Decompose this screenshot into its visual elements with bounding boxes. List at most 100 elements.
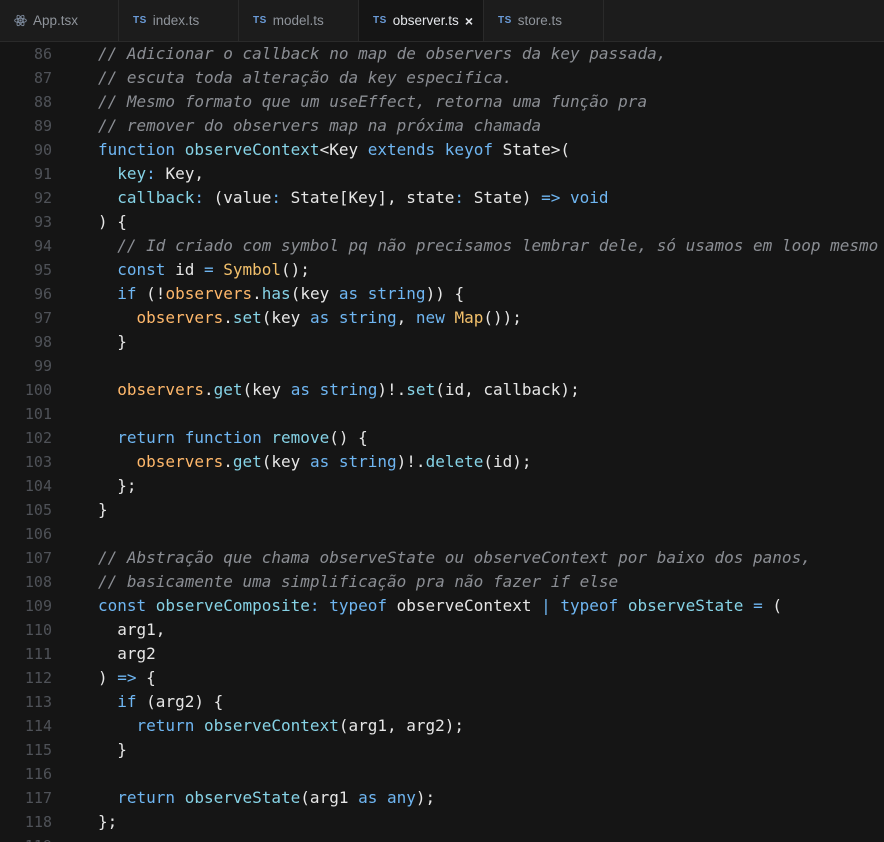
code-text: // Mesmo formato que um useEffect, retor… <box>98 90 647 114</box>
line-number: 103 <box>24 453 52 471</box>
code-text: return observeState(arg1 as any); <box>98 786 435 810</box>
line-number: 114 <box>24 717 52 735</box>
code-token: (key <box>261 308 310 327</box>
code-token: = <box>753 596 773 615</box>
line-number: 90 <box>33 141 52 159</box>
line-number: 109 <box>24 597 52 615</box>
line-number: 110 <box>24 621 52 639</box>
code-token: typeof <box>560 596 628 615</box>
line-number: 89 <box>33 117 52 135</box>
code-token: observeState <box>627 596 754 615</box>
code-line[interactable]: 98 } <box>0 330 884 354</box>
code-line[interactable]: 118}; <box>0 810 884 834</box>
line-number: 107 <box>24 549 52 567</box>
code-line[interactable]: 106 <box>0 522 884 546</box>
code-line[interactable]: 94 // Id criado com symbol pq não precis… <box>0 234 884 258</box>
tab-app-tsx[interactable]: App.tsx <box>0 0 119 41</box>
code-line[interactable]: 105} <box>0 498 884 522</box>
code-token: } <box>98 740 127 759</box>
code-line[interactable]: 112) => { <box>0 666 884 690</box>
tab-label: store.ts <box>517 13 563 28</box>
code-line[interactable]: 101 <box>0 402 884 426</box>
close-icon[interactable]: × <box>465 13 473 29</box>
code-line[interactable]: 119 <box>0 834 884 842</box>
tab-index-ts[interactable]: TS index.ts <box>119 0 239 41</box>
code-token: as <box>290 380 320 399</box>
code-line[interactable]: 103 observers.get(key as string)!.delete… <box>0 450 884 474</box>
code-token: )) { <box>425 284 465 303</box>
code-token: remove <box>271 428 330 447</box>
code-line[interactable]: 117 return observeState(arg1 as any); <box>0 786 884 810</box>
line-number: 87 <box>33 69 52 87</box>
code-line[interactable]: 86 // Adicionar o callback no map de obse… <box>0 42 884 66</box>
code-text: if (!observers.has(key as string)) { <box>98 282 464 306</box>
code-token: . <box>252 284 262 303</box>
code-line[interactable]: 88 // Mesmo formato que um useEffect, ret… <box>0 90 884 114</box>
code-text: key: Key, <box>98 162 204 186</box>
code-line[interactable]: 104 }; <box>0 474 884 498</box>
line-number: 105 <box>24 501 52 519</box>
code-editor[interactable]: 86 // Adicionar o callback no map de obse… <box>0 41 884 842</box>
code-line[interactable]: 108 // basicamente uma simplificação pra … <box>0 570 884 594</box>
code-token: observers <box>165 284 253 303</box>
code-line[interactable]: 99 <box>0 354 884 378</box>
code-line[interactable]: 102 return function remove() { <box>0 426 884 450</box>
line-number: 96 <box>33 285 52 303</box>
code-line[interactable]: 92 callback: (value: State[Key], state: … <box>0 186 884 210</box>
typescript-icon: TS <box>133 15 147 26</box>
code-line[interactable]: 87 // escuta toda alteração da key especi… <box>0 66 884 90</box>
code-line[interactable]: 100 observers.get(key as string)!.set(id… <box>0 378 884 402</box>
code-line[interactable]: 110 arg1, <box>0 618 884 642</box>
code-token: if <box>117 284 147 303</box>
code-token: callback <box>117 188 195 207</box>
code-token: )!. <box>396 452 426 471</box>
code-line[interactable]: 93) { <box>0 210 884 234</box>
code-token: (arg1 <box>300 788 359 807</box>
code-token: { <box>146 668 156 687</box>
code-line[interactable]: 89 // remover do observers map na próxima… <box>0 114 884 138</box>
code-line[interactable]: 91 key: Key, <box>0 162 884 186</box>
code-line[interactable]: 115 } <box>0 738 884 762</box>
code-line[interactable]: 107 // Abstração que chama observeState o… <box>0 546 884 570</box>
line-number: 111 <box>24 645 52 663</box>
code-token: arg1, <box>98 620 166 639</box>
code-text: // remover do observers map na próxima c… <box>98 114 541 138</box>
code-line[interactable]: 111 arg2 <box>0 642 884 666</box>
code-line[interactable]: 97 observers.set(key as string, new Map(… <box>0 306 884 330</box>
code-token: void <box>570 188 609 207</box>
code-token: ( <box>772 596 782 615</box>
tab-model-ts[interactable]: TS model.ts <box>239 0 359 41</box>
code-text: const observeComposite: typeof observeCo… <box>98 594 782 618</box>
code-token: string <box>338 452 397 471</box>
code-token: (key <box>261 452 310 471</box>
code-line[interactable]: 90 function observeContext<Key extends ke… <box>0 138 884 162</box>
code-token: observers <box>136 452 224 471</box>
code-line[interactable]: 109 const observeComposite: typeof observ… <box>0 594 884 618</box>
code-line[interactable]: 113 if (arg2) { <box>0 690 884 714</box>
code-token: as <box>309 308 339 327</box>
code-line[interactable]: 116 <box>0 762 884 786</box>
code-line[interactable]: 96 if (!observers.has(key as string)) { <box>0 282 884 306</box>
code-token: // Adicionar o callback no map de observ… <box>98 44 667 63</box>
tab-store-ts[interactable]: TS store.ts <box>484 0 604 41</box>
tab-label: model.ts <box>272 13 324 28</box>
line-number: 112 <box>24 669 52 687</box>
code-line[interactable]: 95 const id = Symbol(); <box>0 258 884 282</box>
code-token: observeContext <box>184 140 320 159</box>
code-line[interactable]: 114 return observeContext(arg1, arg2); <box>0 714 884 738</box>
code-token: // remover do observers map na próxima c… <box>98 116 542 135</box>
code-token: (value <box>213 188 272 207</box>
line-number: 101 <box>24 405 52 423</box>
code-token: new <box>415 308 455 327</box>
code-token: : <box>271 188 291 207</box>
code-text: } <box>98 738 127 762</box>
code-token: . <box>223 308 233 327</box>
tab-observer-ts[interactable]: TS observer.ts × <box>359 0 484 41</box>
code-token: // Id criado com symbol pq não precisamo… <box>117 236 879 255</box>
